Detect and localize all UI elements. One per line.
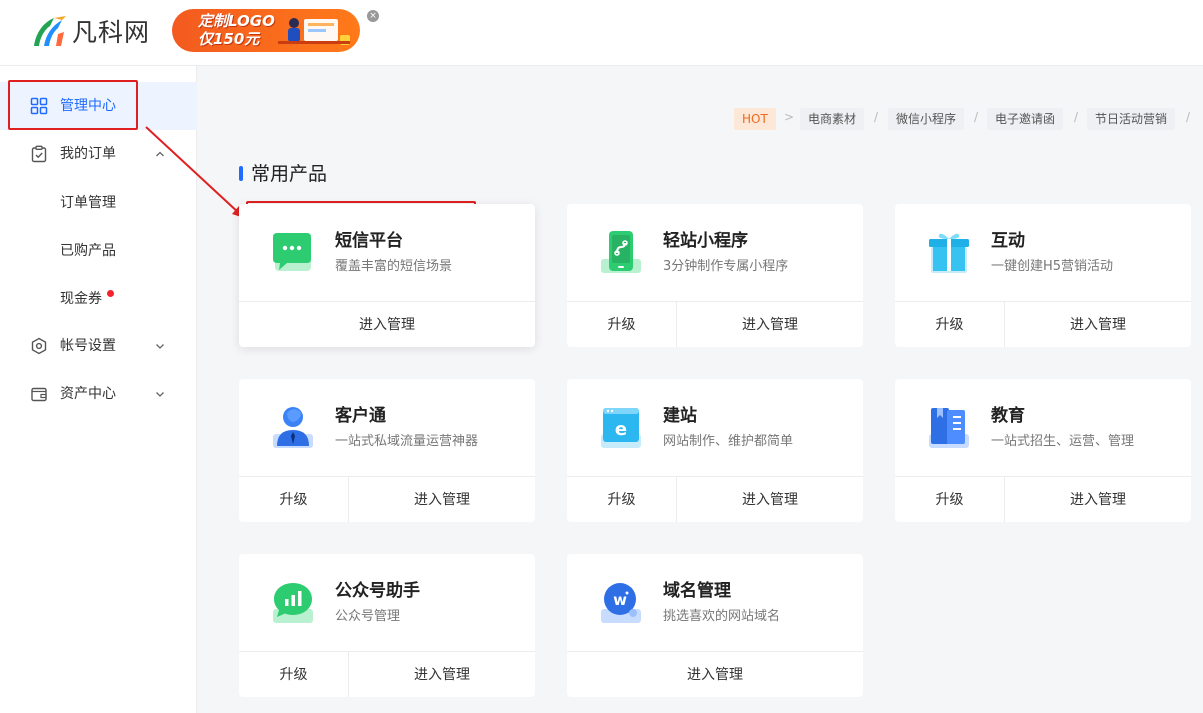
card-desc: 一站式招生、运营、管理 [991, 434, 1135, 449]
tag-separator: / [1186, 110, 1191, 124]
gift-box-icon [929, 233, 969, 273]
mini-program-phone-icon [601, 231, 641, 273]
card-desc: 一键创建H5营销活动 [991, 259, 1114, 274]
enter-management-button[interactable]: 进入管理 [239, 302, 535, 347]
promo-line-1: 定制LOGO [198, 12, 275, 30]
logo-mark-icon [34, 16, 66, 46]
card-footer: 进入管理 [567, 651, 863, 697]
website-e-icon: e [601, 408, 641, 448]
customer-person-icon [273, 407, 313, 448]
sidebar-subitem-purchased-products[interactable]: 已购产品 [60, 242, 116, 260]
tag-e-invitation[interactable]: 电子邀请函 [987, 108, 1064, 130]
enter-management-button[interactable]: 进入管理 [1005, 477, 1191, 522]
education-book-icon [929, 408, 969, 448]
sidebar-item-label: 资产中心 [60, 386, 116, 402]
card-title: 教育 [991, 406, 1025, 426]
svg-text:w: w [613, 591, 627, 609]
sidebar-item-label: 帐号设置 [60, 338, 116, 354]
wallet-icon [31, 387, 47, 402]
sidebar-subitem-cash-voucher[interactable]: 现金券 [60, 290, 102, 308]
upgrade-button[interactable]: 升级 [567, 302, 677, 347]
card-desc: 挑选喜欢的网站域名 [663, 609, 781, 624]
tag-ecommerce-materials[interactable]: 电商素材 [800, 108, 865, 130]
annotation-highlight-sidebar [8, 80, 138, 130]
clipboard-check-icon [31, 145, 47, 163]
card-footer: 升级 进入管理 [895, 301, 1191, 347]
chevron-down-icon [156, 344, 164, 349]
upgrade-button[interactable]: 升级 [239, 477, 349, 522]
tag-holiday-marketing[interactable]: 节日活动营销 [1087, 108, 1176, 130]
promo-banner[interactable]: 定制LOGO 仅150元 [172, 9, 360, 52]
enter-management-button[interactable]: 进入管理 [677, 302, 863, 347]
sidebar-item-asset-center[interactable]: 资产中心 [0, 370, 197, 418]
tag-separator: > [784, 110, 795, 124]
upgrade-button[interactable]: 升级 [239, 652, 349, 697]
sidebar-item-account-settings[interactable]: 帐号设置 [0, 322, 197, 370]
enter-management-button[interactable]: 进入管理 [349, 477, 535, 522]
hexagon-settings-icon [31, 337, 47, 355]
tag-wechat-mini-program[interactable]: 微信小程序 [888, 108, 965, 130]
product-card-mini-program[interactable]: 轻站小程序 3分钟制作专属小程序 升级 进入管理 [567, 204, 863, 347]
section-title-bar [239, 166, 243, 181]
sidebar-subitem-order-management[interactable]: 订单管理 [60, 194, 116, 212]
card-desc: 公众号管理 [335, 609, 401, 624]
card-title: 短信平台 [335, 231, 403, 251]
promo-line-2: 仅150元 [198, 30, 260, 48]
promo-illustration-icon [278, 18, 350, 45]
card-footer: 升级 进入管理 [567, 301, 863, 347]
domain-globe-icon: w [601, 583, 641, 623]
card-title: 轻站小程序 [663, 231, 748, 251]
sms-chat-icon [273, 233, 311, 271]
card-desc: 网站制作、维护都简单 [663, 434, 794, 449]
upgrade-button[interactable]: 升级 [895, 477, 1005, 522]
enter-management-button[interactable]: 进入管理 [677, 477, 863, 522]
card-title: 建站 [663, 406, 697, 426]
product-card-education[interactable]: 教育 一站式招生、运营、管理 升级 进入管理 [895, 379, 1191, 522]
card-title: 客户通 [335, 406, 386, 426]
upgrade-button[interactable]: 升级 [567, 477, 677, 522]
product-card-official-account[interactable]: 公众号助手 公众号管理 升级 进入管理 [239, 554, 535, 697]
sidebar-item-label: 我的订单 [60, 146, 116, 162]
card-footer: 升级 进入管理 [239, 476, 535, 522]
tag-separator: / [1074, 110, 1079, 124]
top-header: 凡科网 定制LOGO 仅150元 × [0, 0, 1203, 66]
logo[interactable]: 凡科网 [30, 12, 150, 50]
product-card-website[interactable]: e 建站 网站制作、维护都简单 升级 进入管理 [567, 379, 863, 522]
notification-dot [107, 290, 114, 297]
tag-hot[interactable]: HOT [734, 108, 776, 130]
card-title: 互动 [991, 231, 1025, 251]
promo-close-icon[interactable]: × [367, 10, 379, 22]
card-title: 公众号助手 [335, 581, 420, 601]
product-card-customer[interactable]: 客户通 一站式私域流量运营神器 升级 进入管理 [239, 379, 535, 522]
card-footer: 进入管理 [239, 301, 535, 347]
card-title: 域名管理 [663, 581, 731, 601]
card-footer: 升级 进入管理 [567, 476, 863, 522]
tag-separator: / [874, 110, 879, 124]
product-card-interactive[interactable]: 互动 一键创建H5营销活动 升级 进入管理 [895, 204, 1191, 347]
card-footer: 升级 进入管理 [239, 651, 535, 697]
product-card-domain[interactable]: w 域名管理 挑选喜欢的网站域名 进入管理 [567, 554, 863, 697]
annotation-arrow-icon [145, 126, 244, 218]
section-title: 常用产品 [251, 163, 328, 185]
chevron-down-icon [156, 392, 164, 397]
upgrade-button[interactable]: 升级 [895, 302, 1005, 347]
official-account-chart-icon [273, 583, 313, 623]
logo-text: 凡科网 [72, 18, 151, 47]
product-card-sms[interactable]: 短信平台 覆盖丰富的短信场景 进入管理 [239, 204, 535, 347]
card-desc: 一站式私域流量运营神器 [335, 434, 479, 449]
tag-separator: / [974, 110, 979, 124]
card-footer: 升级 进入管理 [895, 476, 1191, 522]
enter-management-button[interactable]: 进入管理 [1005, 302, 1191, 347]
svg-text:e: e [615, 419, 627, 440]
enter-management-button[interactable]: 进入管理 [349, 652, 535, 697]
card-desc: 覆盖丰富的短信场景 [335, 259, 453, 274]
enter-management-button[interactable]: 进入管理 [567, 652, 863, 697]
card-desc: 3分钟制作专属小程序 [663, 259, 789, 274]
